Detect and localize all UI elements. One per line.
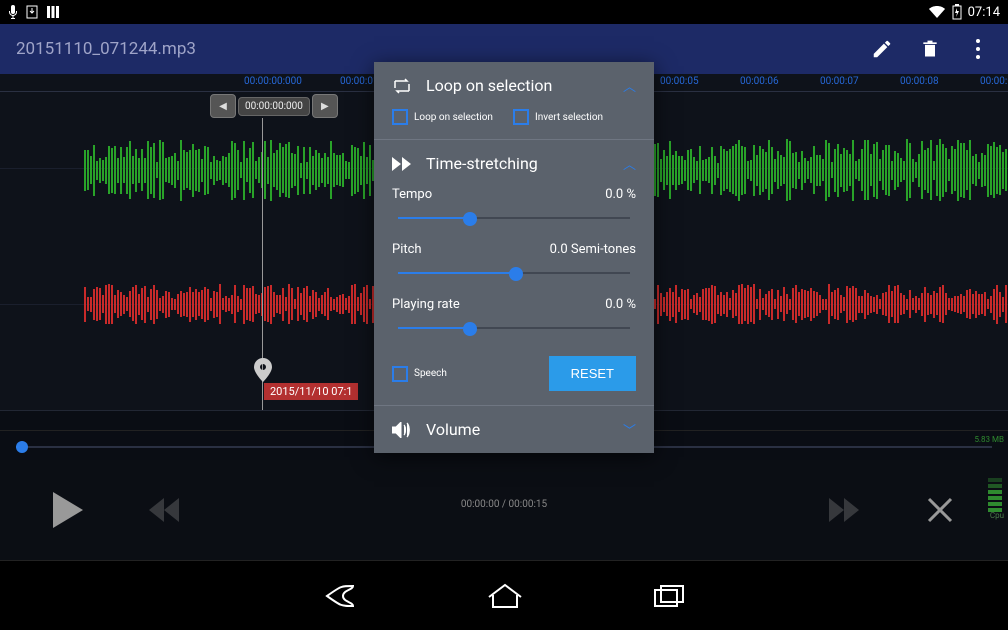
invert-selection-checkbox[interactable]: Invert selection — [513, 109, 603, 125]
app-actions — [868, 35, 992, 63]
playhead-timecode: 00:00:00:000 — [238, 97, 310, 116]
cpu-label: Cpu — [990, 511, 1004, 520]
loop-on-selection-checkbox[interactable]: Loop on selection — [392, 109, 493, 125]
loop-icon — [392, 78, 412, 94]
ruler-label: 00:00:06 — [740, 76, 779, 87]
rate-value: 0.0 % — [605, 297, 636, 312]
status-bar: 07:14 — [0, 0, 1008, 24]
ruler-label: 00:00:00:000 — [244, 76, 302, 87]
controls-bar — [0, 460, 1008, 560]
marker-timestamp: 2015/11/10 07:1 — [264, 383, 358, 400]
rewind-button[interactable] — [146, 492, 182, 528]
play-button[interactable] — [50, 492, 86, 528]
loop-title: Loop on selection — [426, 76, 552, 95]
wifi-icon — [928, 5, 946, 19]
download-icon — [26, 5, 38, 19]
file-size: 5.83 MB — [974, 435, 1004, 444]
nav-back-button[interactable] — [323, 582, 357, 610]
playhead-nudge-right-button[interactable]: ▶ — [312, 94, 338, 118]
status-left — [8, 5, 60, 19]
speech-checkbox[interactable]: Speech — [392, 366, 447, 382]
pitch-label: Pitch — [392, 242, 422, 257]
ruler-label: 00:00:08 — [900, 76, 939, 87]
pitch-slider[interactable] — [398, 263, 630, 283]
loop-section-header[interactable]: Loop on selection ︿ — [392, 76, 636, 95]
cpu-meter — [988, 468, 1002, 512]
tempo-slider[interactable] — [398, 208, 630, 228]
tempo-label: Tempo — [392, 187, 432, 202]
chevron-up-icon: ︿ — [623, 154, 636, 173]
status-time: 07:14 — [968, 5, 1000, 20]
rate-slider[interactable] — [398, 318, 630, 338]
volume-icon — [392, 422, 412, 438]
loop-opt1-label: Loop on selection — [414, 112, 493, 123]
app-title: 20151110_071244.mp3 — [16, 39, 196, 59]
battery-charging-icon — [952, 4, 962, 20]
close-button[interactable] — [922, 492, 958, 528]
tempo-value: 0.0 % — [605, 187, 636, 202]
ruler-label: 00:00:07 — [820, 76, 859, 87]
speech-label: Speech — [414, 368, 447, 379]
time-display: 00:00:00 / 00:00:15 — [0, 499, 1008, 510]
playhead-handle[interactable]: ◀ 00:00:00:000 ▶ — [210, 94, 338, 118]
volume-title: Volume — [426, 420, 480, 439]
marker-pin-icon[interactable] — [254, 358, 272, 382]
status-right: 07:14 — [928, 4, 1000, 20]
overflow-menu-button[interactable] — [964, 35, 992, 63]
volume-section: Volume ﹀ — [374, 406, 654, 453]
playhead-nudge-left-button[interactable]: ◀ — [210, 94, 236, 118]
volume-section-header[interactable]: Volume ﹀ — [392, 420, 636, 439]
chevron-up-icon: ︿ — [623, 76, 636, 95]
time-stretching-section: Time-stretching ︿ Tempo 0.0 % Pitch 0.0 Se… — [374, 140, 654, 406]
ruler-label: 00:00:05 — [660, 76, 699, 87]
delete-button[interactable] — [916, 35, 944, 63]
nav-recent-button[interactable] — [653, 584, 685, 608]
fast-forward-icon — [392, 157, 412, 171]
bars-icon — [46, 5, 60, 19]
reset-button[interactable]: RESET — [549, 356, 636, 391]
nav-bar — [0, 560, 1008, 630]
nav-home-button[interactable] — [487, 583, 523, 609]
seek-thumb[interactable] — [16, 441, 28, 453]
fast-forward-button[interactable] — [826, 492, 862, 528]
mic-icon — [8, 5, 18, 19]
edit-button[interactable] — [868, 35, 896, 63]
settings-overlay: Loop on selection ︿ Loop on selection In… — [374, 62, 654, 453]
pitch-value: 0.0 Semi-tones — [550, 242, 636, 257]
time-stretching-header[interactable]: Time-stretching ︿ — [392, 154, 636, 173]
chevron-down-icon: ﹀ — [623, 420, 636, 439]
loop-opt2-label: Invert selection — [535, 112, 603, 123]
ruler-label: 00:00:01 — [340, 76, 379, 87]
ruler-label: 00:00:09 — [980, 76, 1008, 87]
time-stretching-title: Time-stretching — [426, 154, 538, 173]
rate-label: Playing rate — [392, 297, 460, 312]
loop-section: Loop on selection ︿ Loop on selection In… — [374, 62, 654, 140]
